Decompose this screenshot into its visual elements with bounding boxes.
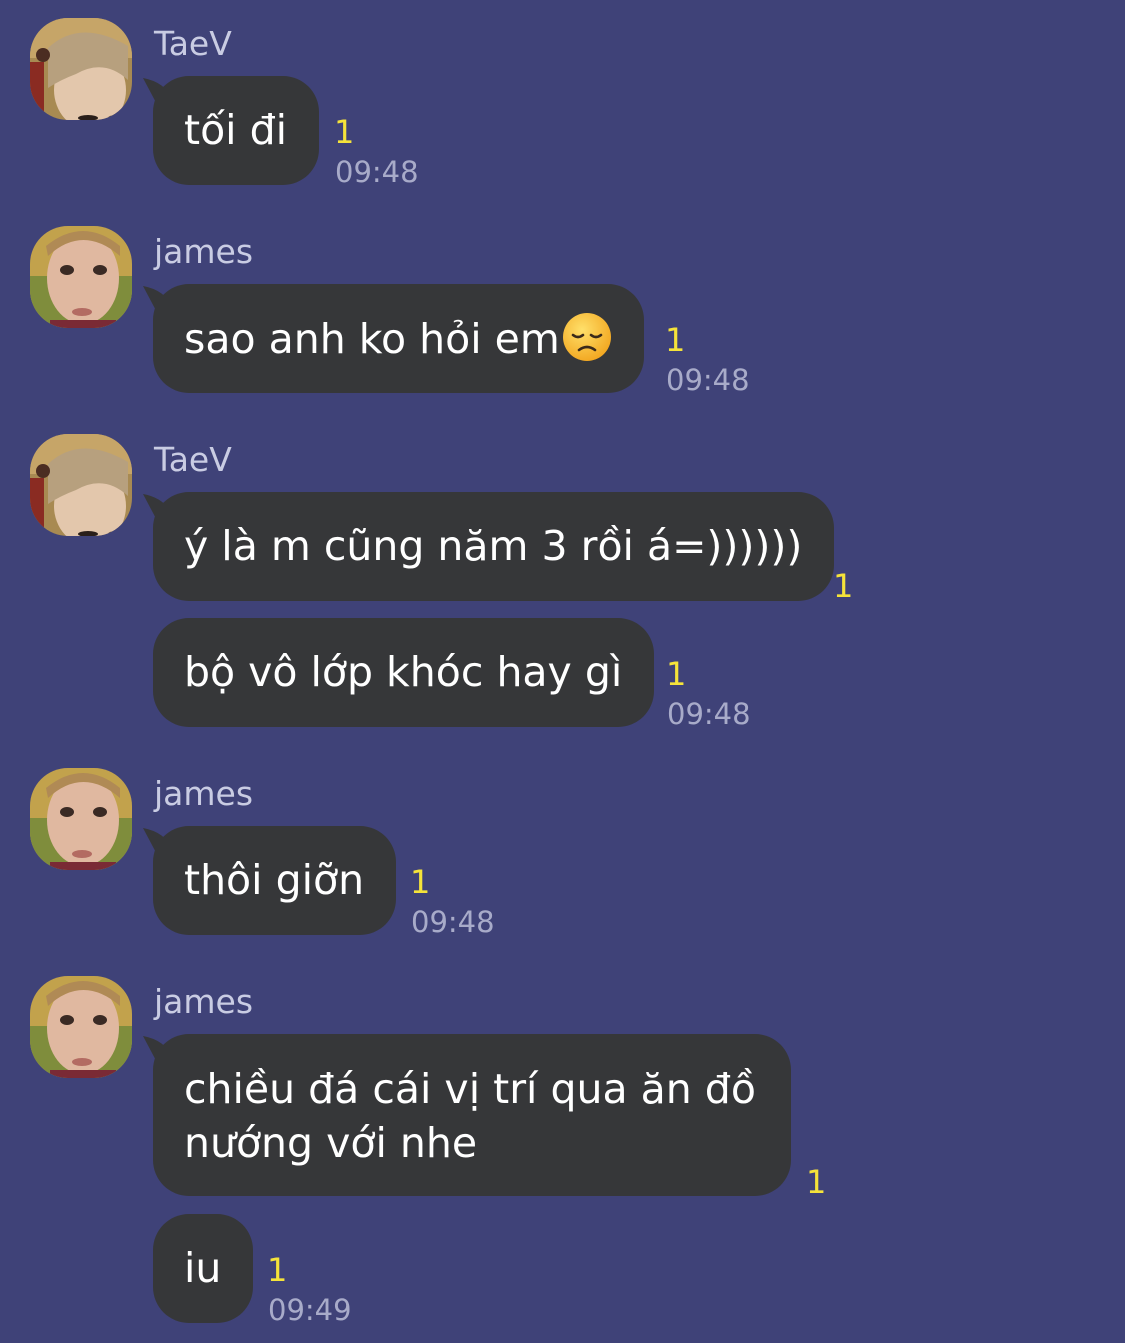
unread-count: 1 xyxy=(410,863,431,901)
message-bubble[interactable]: iu xyxy=(153,1214,254,1323)
message-time: 09:48 xyxy=(335,155,419,189)
message-time: 09:48 xyxy=(411,905,495,939)
unread-count: 1 xyxy=(833,567,854,605)
avatar-james[interactable] xyxy=(30,226,132,328)
avatar-taev[interactable] xyxy=(30,18,132,120)
chat-message-list[interactable]: TaeV tối đi 1 09:48 james sao anh ko hỏi… xyxy=(0,0,1125,1343)
message-text: bộ vô lớp khóc hay gì xyxy=(184,648,623,696)
avatar-taev-image xyxy=(30,434,132,536)
message-text: iu xyxy=(184,1244,222,1292)
message-bubble[interactable]: sao anh ko hỏi em xyxy=(143,284,644,393)
bubble-tail xyxy=(143,1036,183,1070)
unread-count: 1 xyxy=(334,113,355,151)
bubble-tail xyxy=(143,828,183,862)
message-bubble[interactable]: tối đi xyxy=(143,76,320,185)
sender-name: james xyxy=(154,982,254,1021)
bubble-tail xyxy=(143,78,183,112)
message-text: chiều đá cái vị trí qua ăn đồ nướng với … xyxy=(184,1065,756,1167)
unread-count: 1 xyxy=(806,1163,827,1201)
message-time: 09:48 xyxy=(666,363,750,397)
sender-name: TaeV xyxy=(154,440,232,479)
avatar-taev[interactable] xyxy=(30,434,132,536)
bubble-tail xyxy=(143,494,183,528)
message-time: 09:49 xyxy=(268,1293,352,1327)
sender-name: TaeV xyxy=(154,24,232,63)
message-time: 09:48 xyxy=(667,697,751,731)
avatar-james[interactable] xyxy=(30,768,132,870)
unread-count: 1 xyxy=(666,655,687,693)
message-bubble[interactable]: thôi giỡn xyxy=(143,826,397,935)
message-text: thôi giỡn xyxy=(184,856,365,904)
message-text: tối đi xyxy=(184,106,288,154)
disappointed-face-icon xyxy=(562,313,611,361)
message-bubble[interactable]: bộ vô lớp khóc hay gì xyxy=(153,618,655,727)
avatar-taev-image xyxy=(30,18,132,120)
message-text: sao anh ko hỏi em xyxy=(184,315,560,363)
sender-name: james xyxy=(154,232,254,271)
avatar-james-image xyxy=(30,768,132,870)
avatar-james-image xyxy=(30,976,132,1078)
sender-name: james xyxy=(154,774,254,813)
bubble-tail xyxy=(143,286,183,320)
message-text: ý là m cũng năm 3 rồi á=)))))) xyxy=(184,522,803,570)
avatar-james-image xyxy=(30,226,132,328)
message-bubble[interactable]: ý là m cũng năm 3 rồi á=)))))) xyxy=(143,492,835,601)
avatar-james[interactable] xyxy=(30,976,132,1078)
unread-count: 1 xyxy=(267,1251,288,1289)
unread-count: 1 xyxy=(665,321,686,359)
message-bubble[interactable]: chiều đá cái vị trí qua ăn đồ nướng với … xyxy=(143,1034,791,1196)
